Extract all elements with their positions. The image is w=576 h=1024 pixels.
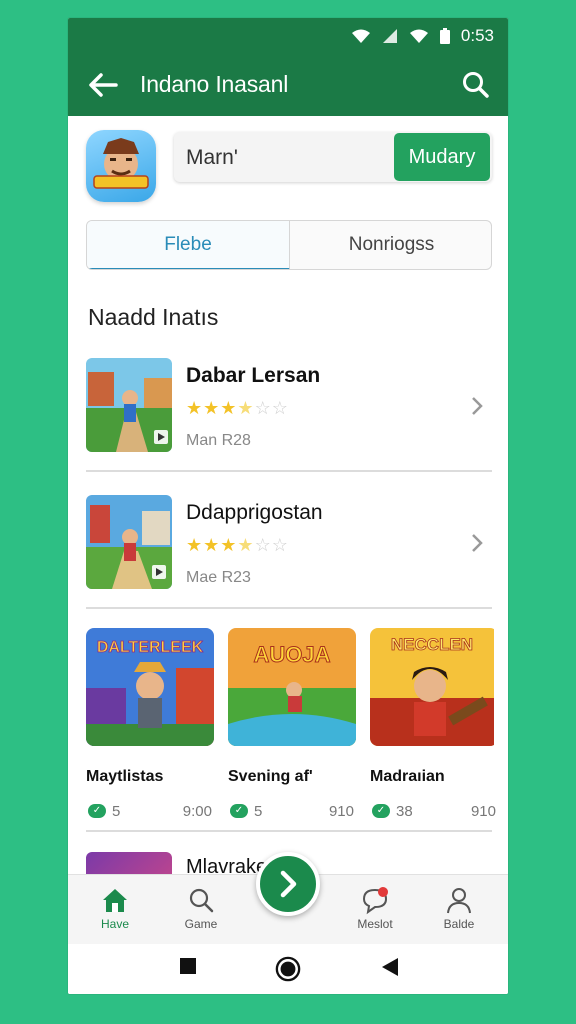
recents-icon[interactable] <box>178 956 198 976</box>
rating-badge-icon: ✓ <box>372 804 390 818</box>
nav-item-game[interactable]: Game <box>166 885 236 931</box>
rating-badge-icon: ✓ <box>88 804 106 818</box>
game-card[interactable]: DALTERLEEK Maytlistas ✓ 5 9:00 <box>86 628 214 828</box>
tab-bar: Flebe Nonriogss <box>86 220 492 270</box>
signal-icon <box>382 29 397 43</box>
star-rating: ★★★★☆☆ <box>186 398 289 418</box>
nav-label: Game <box>184 917 218 931</box>
home-icon <box>103 889 127 912</box>
card-rating: 5 <box>112 803 121 820</box>
star-rating: ★★★★☆☆ <box>186 535 289 555</box>
card-size: 910 <box>328 803 354 820</box>
card-image: DALTERLEEK <box>86 628 214 746</box>
page-title: Indano Inasanl <box>140 71 289 97</box>
nav-label: Balde <box>443 917 475 931</box>
card-art-text: DALTERLEEK <box>97 639 204 656</box>
search-icon[interactable] <box>460 69 492 101</box>
home-button-icon[interactable] <box>274 956 302 982</box>
wifi-icon <box>351 29 370 43</box>
fab-next-button[interactable] <box>256 852 320 916</box>
back-arrow-icon[interactable] <box>86 68 120 102</box>
card-rating: 5 <box>254 803 263 820</box>
app-icon[interactable] <box>86 130 156 202</box>
nav-item-balde[interactable]: Balde <box>424 885 494 931</box>
back-triangle-icon[interactable] <box>380 956 400 978</box>
status-time: 0:53 <box>460 26 494 45</box>
card-rating: 38 <box>396 803 413 820</box>
game-thumbnail <box>86 495 172 589</box>
tab-nonriogss[interactable]: Nonriogss <box>290 221 491 269</box>
chevron-right-icon[interactable] <box>468 394 486 418</box>
card-title: Madraıian <box>370 768 445 785</box>
search-action-button[interactable]: Mudary <box>394 133 490 181</box>
game-thumbnail <box>86 358 172 452</box>
wifi-full-icon <box>409 29 428 43</box>
game-card[interactable]: NECCLEN Madraıian ✓ 38 910 <box>370 628 498 828</box>
card-image: NECCLEN <box>370 628 498 746</box>
search-input-value[interactable]: Marn' <box>186 146 238 170</box>
chevron-right-icon <box>280 870 297 898</box>
card-title: Maytlistas <box>86 768 164 785</box>
rating-badge-icon: ✓ <box>230 804 248 818</box>
card-title: Svening af' <box>228 768 313 785</box>
system-navigation-bar <box>68 944 508 994</box>
item-meta: Mae R23 <box>186 569 251 586</box>
nav-item-meslot[interactable]: Meslot <box>340 885 410 931</box>
item-meta: Man R28 <box>186 432 251 449</box>
search-icon <box>189 888 214 913</box>
card-size: 9:00 <box>182 803 212 820</box>
section-title: Naadd Inatıs <box>88 304 219 330</box>
tab-flebe[interactable]: Flebe <box>87 221 290 269</box>
battery-icon <box>439 28 450 44</box>
chat-icon <box>362 887 388 915</box>
nav-item-home[interactable]: Have <box>80 885 150 931</box>
card-art-text: NECCLEN <box>391 635 473 654</box>
list-item[interactable]: Ddapprigostan ★★★★☆☆ Mae R23 <box>86 495 492 613</box>
list-item[interactable]: Dabar Lersan ★★★★☆☆ Man R28 <box>86 358 492 476</box>
app-bar: Indano Inasanl <box>68 54 508 116</box>
card-image: AUOJA <box>228 628 356 746</box>
card-size: 910 <box>470 803 496 820</box>
search-field[interactable]: Marn' Mudary <box>174 132 492 182</box>
divider <box>86 607 492 609</box>
divider <box>86 830 492 832</box>
game-card[interactable]: AUOJA Svening af' ✓ 5 910 <box>228 628 356 828</box>
nav-label: Meslot <box>357 917 393 931</box>
card-art-text: AUOJA <box>253 642 330 667</box>
item-title: Dabar Lersan <box>186 364 321 387</box>
phone-screen: 0:53 Indano Inasanl Marn' Mudary Flebe N… <box>68 18 508 994</box>
item-title: Ddapprigostan <box>186 501 323 524</box>
status-bar: 0:53 <box>68 18 508 54</box>
person-icon <box>447 888 471 914</box>
divider <box>86 470 492 472</box>
chevron-right-icon[interactable] <box>468 531 486 555</box>
nav-label: Have <box>100 917 129 931</box>
